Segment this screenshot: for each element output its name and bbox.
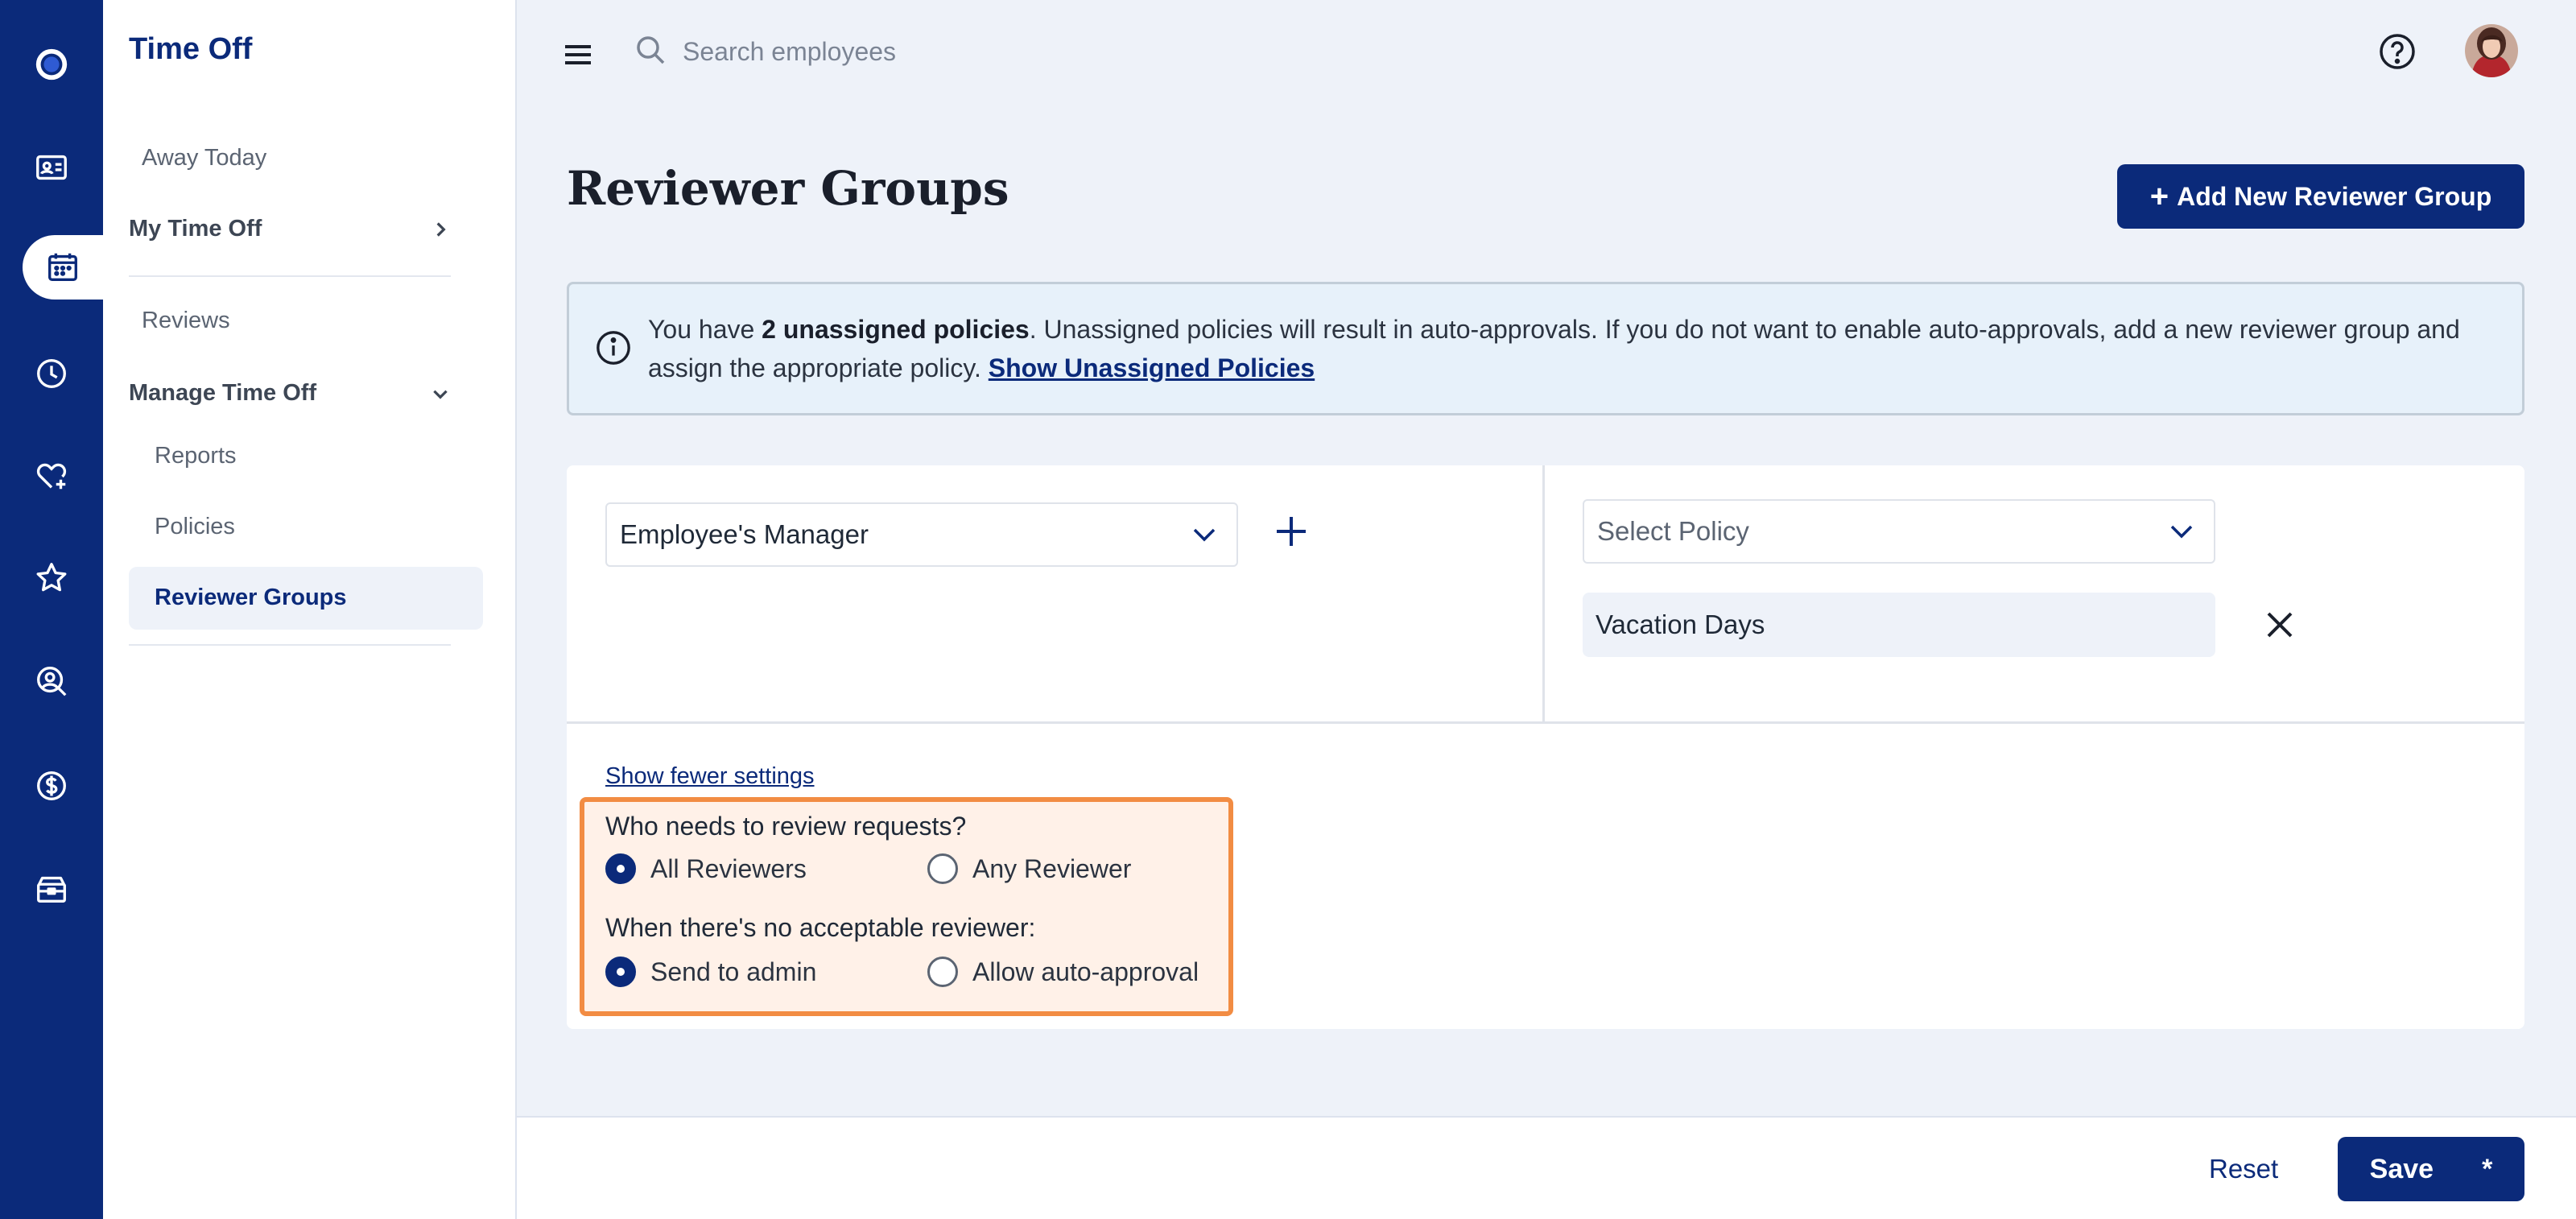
add-reviewer-group-label: Add New Reviewer Group xyxy=(2177,181,2492,211)
dollar-icon xyxy=(37,771,66,800)
policy-select-placeholder: Select Policy xyxy=(1597,516,1749,546)
sidebar-item-my-time-off[interactable]: My Time Off xyxy=(129,216,451,242)
icon-rail xyxy=(0,0,103,1219)
policy-select[interactable]: Select Policy xyxy=(1583,499,2215,564)
search-input[interactable] xyxy=(683,31,1246,72)
rail-time-tracking[interactable] xyxy=(0,341,103,406)
star-icon xyxy=(36,563,67,592)
sidebar-item-manage-time-off[interactable]: Manage Time Off xyxy=(129,380,451,407)
card-divider-vertical xyxy=(1542,465,1545,721)
info-icon xyxy=(597,331,630,365)
policy-chip-label: Vacation Days xyxy=(1596,610,1765,639)
radio-label: Allow auto-approval xyxy=(972,957,1199,986)
radio-selected-icon xyxy=(605,957,636,987)
app-logo-icon xyxy=(35,48,68,81)
save-button[interactable]: Save * xyxy=(2338,1137,2524,1201)
fallback-question-label: When there's no acceptable reviewer: xyxy=(605,913,1036,942)
save-label: Save xyxy=(2369,1153,2434,1184)
sidebar-divider xyxy=(129,644,451,646)
show-fewer-settings-link[interactable]: Show fewer settings xyxy=(605,763,815,790)
toolbox-icon xyxy=(37,876,66,903)
show-unassigned-policies-link[interactable]: Show Unassigned Policies xyxy=(989,353,1315,382)
rail-tools[interactable] xyxy=(0,857,103,921)
rail-employees[interactable] xyxy=(0,135,103,200)
person-search-icon xyxy=(37,667,67,696)
sidebar-item-reviewer-groups[interactable]: Reviewer Groups xyxy=(129,567,483,630)
chevron-down-icon xyxy=(2170,525,2193,539)
reviewer-select[interactable]: Employee's Manager xyxy=(605,502,1238,567)
alert-count: 2 unassigned policies xyxy=(762,315,1030,344)
close-icon[interactable] xyxy=(2264,609,2296,641)
heart-plus-icon xyxy=(36,463,67,490)
radio-label: Any Reviewer xyxy=(972,853,1132,883)
action-footer: Reset Save * xyxy=(517,1116,2576,1219)
reset-button[interactable]: Reset xyxy=(2193,1137,2294,1201)
rail-performance[interactable] xyxy=(0,546,103,610)
sidebar-title: Time Off xyxy=(129,32,253,66)
user-avatar-icon xyxy=(2465,24,2518,77)
rail-time-off[interactable] xyxy=(23,235,103,300)
radio-label: Send to admin xyxy=(650,957,817,986)
unsaved-marker: * xyxy=(2482,1153,2493,1184)
sidebar-divider xyxy=(129,275,451,277)
card-divider-horizontal xyxy=(567,721,2524,724)
help-icon[interactable] xyxy=(2378,32,2417,71)
avatar[interactable] xyxy=(2465,24,2518,77)
rail-recruiting[interactable] xyxy=(0,649,103,713)
page-title: Reviewer Groups xyxy=(567,161,1009,216)
review-question-label: Who needs to review requests? xyxy=(605,812,967,841)
chevron-down-icon xyxy=(433,390,448,399)
radio-unselected-icon xyxy=(927,853,958,884)
rail-payroll[interactable] xyxy=(0,754,103,818)
plus-icon: + xyxy=(2149,179,2169,214)
policy-chip: Vacation Days xyxy=(1583,593,2215,657)
menu-icon[interactable] xyxy=(564,42,592,68)
radio-label: All Reviewers xyxy=(650,853,807,883)
reviewer-group-card: Employee's Manager Select Policy Vacatio… xyxy=(567,465,2524,1029)
rail-benefits[interactable] xyxy=(0,443,103,507)
add-reviewer-icon[interactable] xyxy=(1272,512,1311,551)
unassigned-policies-alert: You have 2 unassigned policies. Unassign… xyxy=(567,282,2524,415)
clock-icon xyxy=(37,359,66,388)
reviewer-select-value: Employee's Manager xyxy=(620,519,869,549)
time-off-sidebar: Time Off Away Today My Time Off Reviews … xyxy=(103,0,517,1219)
radio-any-reviewer[interactable]: Any Reviewer xyxy=(927,853,1131,884)
radio-allow-auto-approval[interactable]: Allow auto-approval xyxy=(927,957,1199,987)
rail-app-logo[interactable] xyxy=(0,32,103,97)
chevron-down-icon xyxy=(1193,528,1216,542)
sidebar-item-policies[interactable]: Policies xyxy=(155,514,235,540)
alert-prefix: You have xyxy=(648,315,762,344)
employee-card-icon xyxy=(36,155,67,180)
radio-selected-icon xyxy=(605,853,636,884)
chevron-right-icon xyxy=(436,221,446,237)
radio-unselected-icon xyxy=(927,957,958,987)
alert-message: You have 2 unassigned policies. Unassign… xyxy=(648,310,2500,387)
review-settings-panel: Who needs to review requests? All Review… xyxy=(580,797,1233,1016)
sidebar-item-label: Reviewer Groups xyxy=(155,585,347,610)
radio-send-to-admin[interactable]: Send to admin xyxy=(605,957,816,987)
sidebar-item-reports[interactable]: Reports xyxy=(155,443,237,469)
sidebar-item-label: Manage Time Off xyxy=(129,380,317,406)
sidebar-item-reviews[interactable]: Reviews xyxy=(142,308,230,334)
calendar-icon xyxy=(48,253,77,282)
sidebar-item-away-today[interactable]: Away Today xyxy=(142,145,266,171)
add-reviewer-group-button[interactable]: + Add New Reviewer Group xyxy=(2117,164,2524,229)
radio-all-reviewers[interactable]: All Reviewers xyxy=(605,853,807,884)
sidebar-item-label: My Time Off xyxy=(129,216,262,242)
search-icon xyxy=(637,36,665,64)
